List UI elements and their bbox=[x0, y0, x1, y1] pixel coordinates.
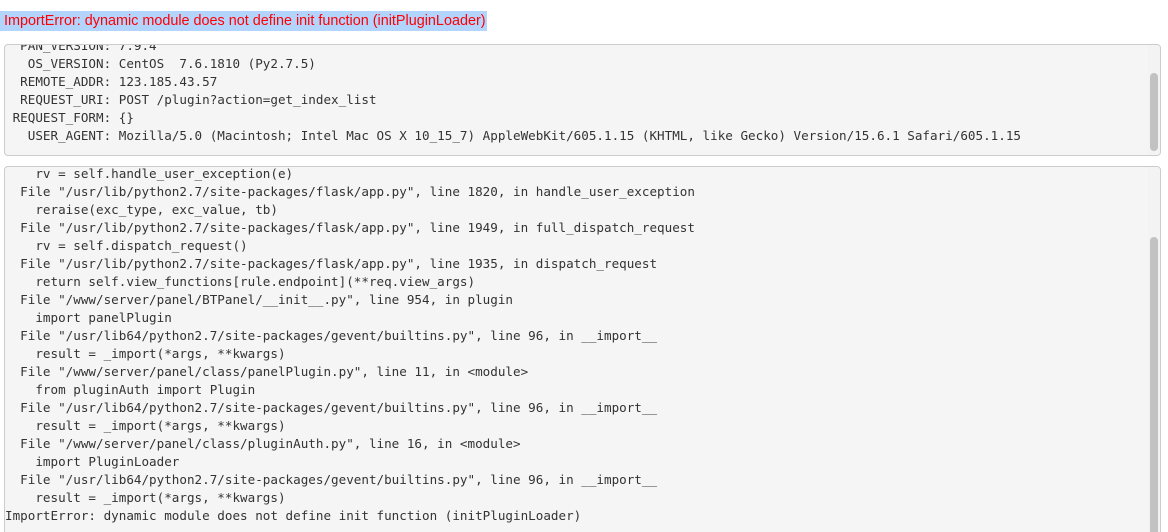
error-heading: ImportError: dynamic module does not def… bbox=[0, 11, 487, 31]
traceback-line: result = _import(*args, **kwargs) bbox=[5, 346, 286, 361]
traceback-line: File "/www/server/panel/class/panelPlugi… bbox=[5, 364, 529, 379]
traceback-line: import panelPlugin bbox=[5, 310, 172, 325]
traceback-panel[interactable]: rv = self.handle_user_exception(e) File … bbox=[4, 166, 1161, 532]
traceback-line: rv = self.dispatch_request() bbox=[5, 238, 248, 253]
traceback-line: File "/usr/lib64/python2.7/site-packages… bbox=[5, 328, 658, 343]
env-line: USER_AGENT: Mozilla/5.0 (Macintosh; Inte… bbox=[5, 128, 1021, 143]
traceback-line: File "/www/server/panel/BTPanel/__init__… bbox=[5, 292, 513, 307]
env-line: REQUEST_FORM: {} bbox=[5, 110, 134, 125]
environment-info-panel[interactable]: PAN_VERSION: 7.9.4 OS_VERSION: CentOS 7.… bbox=[4, 44, 1161, 156]
env-line: PAN_VERSION: 7.9.4 bbox=[5, 44, 157, 53]
traceback-line: ImportError: dynamic module does not def… bbox=[5, 508, 582, 523]
traceback-line: File "/usr/lib/python2.7/site-packages/f… bbox=[5, 256, 658, 271]
traceback-line: return self.view_functions[rule.endpoint… bbox=[5, 274, 476, 289]
traceback-line: reraise(exc_type, exc_value, tb) bbox=[5, 202, 278, 217]
traceback-line: File "/www/server/panel/class/pluginAuth… bbox=[5, 436, 521, 451]
traceback-scrollbar-thumb[interactable] bbox=[1150, 237, 1158, 532]
traceback-line: result = _import(*args, **kwargs) bbox=[5, 490, 286, 505]
env-line: REMOTE_ADDR: 123.185.43.57 bbox=[5, 74, 218, 89]
traceback-line: from pluginAuth import Plugin bbox=[5, 382, 256, 397]
env-line: REQUEST_URI: POST /plugin?action=get_ind… bbox=[5, 92, 377, 107]
traceback-line: result = _import(*args, **kwargs) bbox=[5, 418, 286, 433]
traceback-line: File "/usr/lib64/python2.7/site-packages… bbox=[5, 472, 658, 487]
env-line: OS_VERSION: CentOS 7.6.1810 (Py2.7.5) bbox=[5, 56, 316, 71]
traceback-line: rv = self.handle_user_exception(e) bbox=[5, 166, 294, 181]
env-scrollbar[interactable] bbox=[1148, 45, 1160, 155]
traceback-line: File "/usr/lib/python2.7/site-packages/f… bbox=[5, 184, 695, 199]
traceback-line: import PluginLoader bbox=[5, 454, 180, 469]
traceback-line: File "/usr/lib64/python2.7/site-packages… bbox=[5, 400, 658, 415]
traceback-line: File "/usr/lib/python2.7/site-packages/f… bbox=[5, 220, 695, 235]
traceback-scrollbar[interactable] bbox=[1148, 167, 1160, 532]
env-scrollbar-thumb[interactable] bbox=[1150, 73, 1158, 151]
